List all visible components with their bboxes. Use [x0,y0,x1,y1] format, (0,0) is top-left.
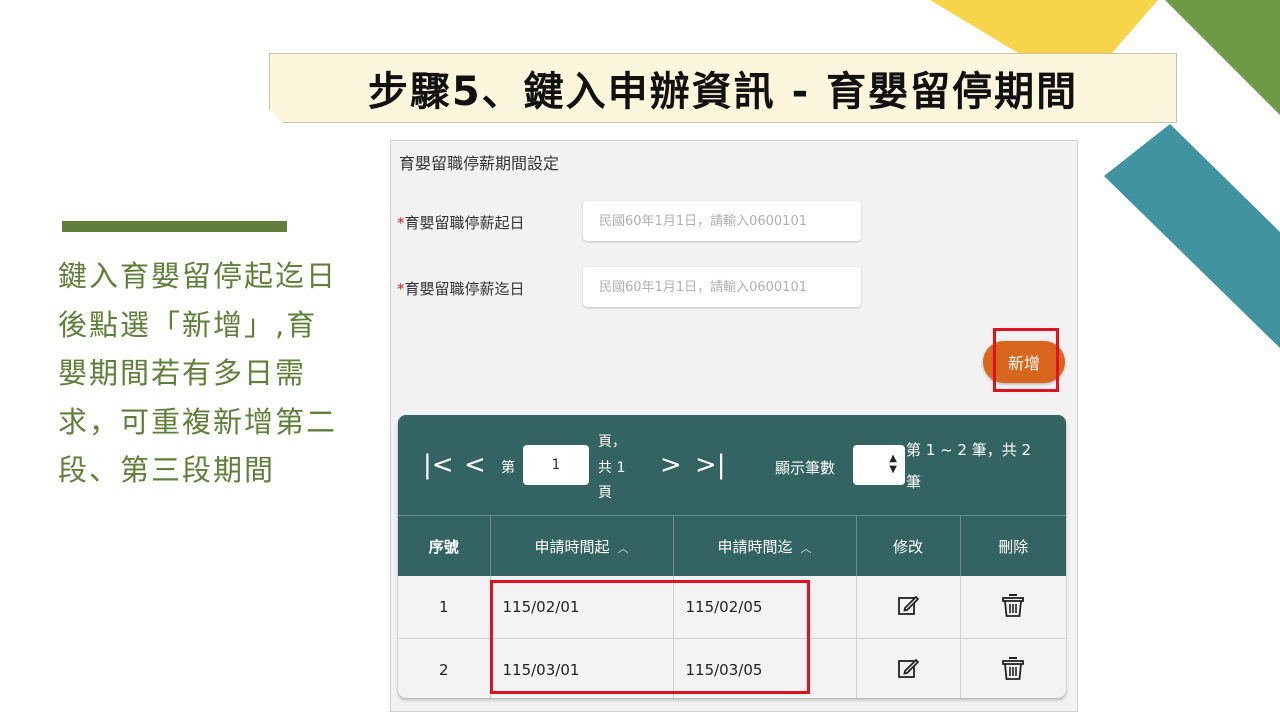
table-row: 1 115/02/01 115/02/05 [398,576,1066,639]
sort-up-icon: ︿ [617,541,629,555]
col-header-edit: 修改 [856,515,961,576]
required-mark: * [397,214,405,232]
page-suffix-1: 頁， [598,434,626,450]
page-prefix: 第 [501,460,515,476]
page-size-label: 顯示筆數 [775,459,836,477]
row-end: 115/02/05 [673,576,857,639]
col-header-start[interactable]: 申請時間起 ︿ [490,515,674,576]
start-date-input[interactable] [583,201,861,241]
row-start: 115/02/01 [490,576,674,639]
green-triangle [1165,0,1280,115]
row-no: 1 [398,576,491,639]
trash-icon[interactable] [1001,592,1025,618]
record-info-unit: 筆 [906,473,922,491]
edit-icon[interactable] [896,593,920,617]
form-panel: 育嬰留職停薪期間設定 *育嬰留職停薪起日 *育嬰留職停薪迄日 新增 |< < 第… [390,140,1078,712]
section-title: 育嬰留職停薪期間設定 [399,154,560,173]
teal-band [1104,124,1280,348]
instruction-text: 鍵入育嬰留停起迄日後點選「新增」,育嬰期間若有多日需求，可重複新增第二段、第三段… [58,259,338,487]
page-suffix-3: 頁 [598,485,612,501]
pagination-bar: |< < 第 頁， 共 1 頁 > >| 顯示筆數 ▲▼ 第 1 ~ 2 筆，共… [398,415,1066,515]
edit-cell [856,576,961,639]
first-page-icon[interactable]: |< [423,450,454,480]
record-info: 第 1 ~ 2 筆，共 2 [906,441,1032,459]
row-no: 2 [398,638,491,698]
add-button[interactable]: 新增 [983,341,1065,383]
row-start: 115/03/01 [490,638,674,698]
accent-bar [62,221,287,232]
edit-cell [856,638,961,698]
trash-icon[interactable] [1001,655,1025,681]
next-page-icon[interactable]: > [660,450,682,480]
table-header-row: 序號 申請時間起 ︿ 申請時間迄 ︿ 修改 刪除 [398,515,1066,576]
start-date-label: *育嬰留職停薪起日 [397,214,525,232]
period-table: 序號 申請時間起 ︿ 申請時間迄 ︿ 修改 刪除 1 115/02/01 115/0… [398,515,1066,698]
sort-updown-icon: ▲ ▼ [889,453,897,475]
page-number-input[interactable] [523,445,589,485]
col-header-end[interactable]: 申請時間迄 ︿ [673,515,857,576]
col-header-no: 序號 [398,515,491,576]
col-header-delete: 刪除 [960,515,1066,576]
end-date-label: *育嬰留職停薪迄日 [397,280,525,298]
table-row: 2 115/03/01 115/03/05 [398,638,1066,698]
page-size-select[interactable]: ▲ ▼ [853,445,905,485]
last-page-icon[interactable]: >| [695,450,726,480]
slide-title: 步驟5、鍵入申辦資訊 - 育嬰留停期間 [367,69,1079,115]
period-table-card: |< < 第 頁， 共 1 頁 > >| 顯示筆數 ▲▼ 第 1 ~ 2 筆，共… [398,415,1066,698]
sort-up-icon: ︿ [800,541,812,555]
prev-page-icon[interactable]: < [464,450,486,480]
delete-cell [960,638,1066,698]
page-suffix-2: 共 1 [598,460,626,476]
required-mark: * [397,280,405,298]
slide-title-banner: 步驟5、鍵入申辦資訊 - 育嬰留停期間 [269,53,1177,123]
delete-cell [960,576,1066,639]
end-date-input[interactable] [583,267,861,307]
row-end: 115/03/05 [673,638,857,698]
edit-icon[interactable] [896,656,920,680]
